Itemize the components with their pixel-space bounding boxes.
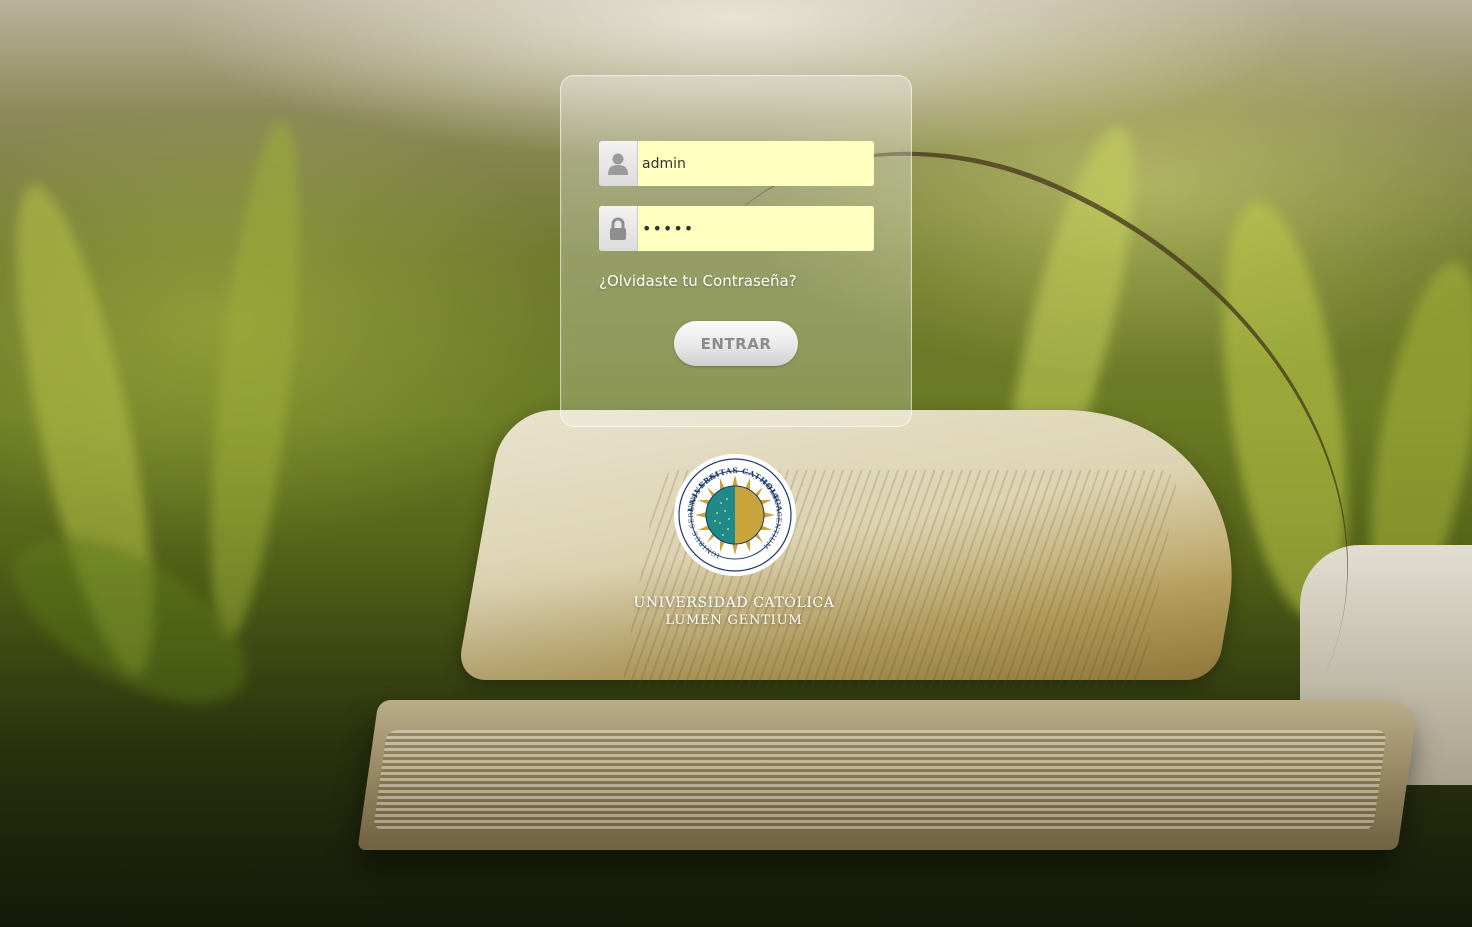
username-input[interactable] xyxy=(638,141,874,186)
university-seal-icon: UNIVERSITAS CATHOLICA LUMEN GENTIUM IGNI… xyxy=(673,453,797,577)
user-icon xyxy=(599,141,638,186)
forgot-password-link[interactable]: ¿Olvidaste tu Contraseña? xyxy=(599,272,797,290)
username-field xyxy=(599,141,874,186)
university-name: UNIVERSIDAD CATÓLICA xyxy=(633,595,835,611)
lock-icon xyxy=(599,206,638,251)
login-form: ¿Olvidaste tu Contraseña? ENTRAR xyxy=(560,75,912,427)
password-input[interactable] xyxy=(638,206,874,251)
university-motto: LUMEN GENTIUM xyxy=(665,613,803,628)
login-button[interactable]: ENTRAR xyxy=(674,321,798,366)
password-field xyxy=(599,206,874,251)
